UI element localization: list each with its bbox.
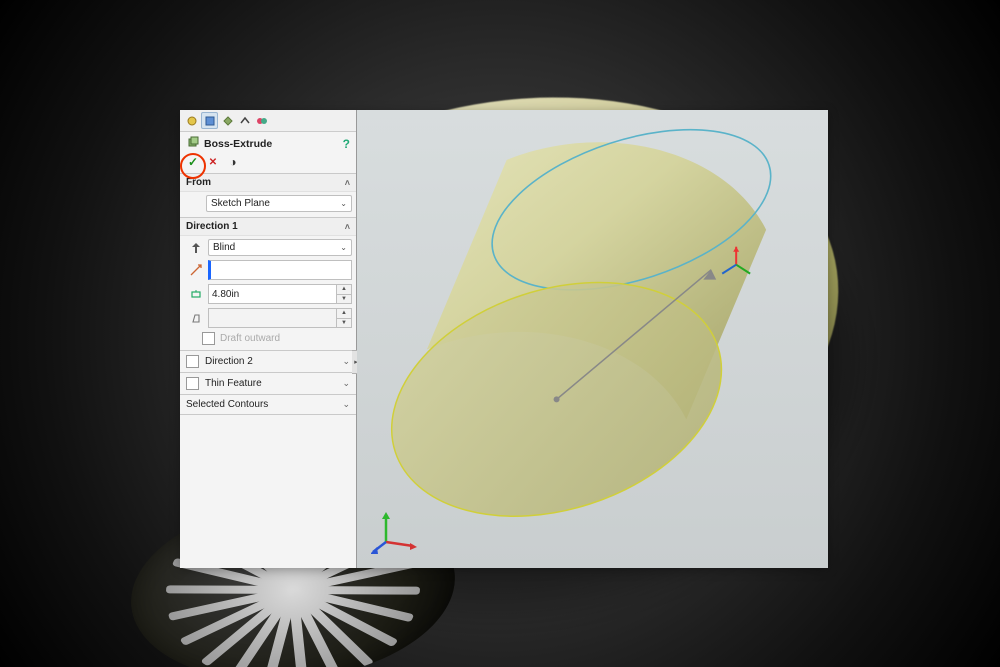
section-selected-contours[interactable]: Selected Contours ⌄ — [180, 394, 356, 415]
feature-header: Boss-Extrude ? — [180, 132, 356, 155]
view-triad-icon — [371, 504, 421, 554]
draft-angle-input[interactable]: ▲ ▼ — [208, 308, 352, 328]
cancel-button[interactable]: ✕ — [206, 155, 220, 169]
from-condition-dropdown[interactable]: Sketch Plane ⌄ — [206, 195, 352, 212]
from-condition-value: Sketch Plane — [211, 198, 270, 209]
tab-feature-manager-icon[interactable] — [201, 112, 218, 129]
section-direction1-body: Blind ⌄ 4.80in ▲ ▼ — [180, 236, 356, 350]
section-direction1-header[interactable]: Direction 1 ˄ — [180, 217, 356, 236]
feature-title: Boss-Extrude — [204, 138, 339, 150]
direction-vector-icon — [188, 262, 204, 278]
extrude-icon — [186, 135, 200, 152]
section-from-label: From — [186, 177, 211, 188]
chevron-down-icon: ⌄ — [342, 378, 350, 389]
chevron-down-icon: ⌄ — [340, 243, 347, 252]
section-thin-feature[interactable]: Thin Feature ⌄ — [180, 372, 356, 394]
depth-value: 4.80in — [212, 289, 239, 300]
preview-button[interactable]: ◑ — [226, 155, 240, 169]
extrude-preview-cylinder — [357, 110, 828, 567]
chevron-up-icon: ˄ — [345, 222, 350, 232]
section-direction1-label: Direction 1 — [186, 221, 238, 232]
direction2-label: Direction 2 — [205, 356, 253, 367]
selected-contours-label: Selected Contours — [186, 399, 268, 410]
tab-dimxpert-icon[interactable] — [237, 113, 252, 128]
tab-feature-icon[interactable] — [184, 113, 199, 128]
end-condition-value: Blind — [213, 242, 235, 253]
section-from-body: Sketch Plane ⌄ — [180, 192, 356, 217]
tab-display-icon[interactable] — [254, 113, 269, 128]
section-direction2[interactable]: Direction 2 ⌄ — [180, 350, 356, 372]
draft-icon[interactable] — [188, 310, 204, 326]
draft-outward-label: Draft outward — [220, 333, 280, 344]
cad-property-window: Boss-Extrude ? ✓ ✕ ◑ From ˄ Sketch Plane… — [180, 110, 828, 568]
help-icon[interactable]: ? — [343, 137, 350, 151]
spinner-up-icon[interactable]: ▲ — [337, 309, 351, 319]
direction2-checkbox[interactable] — [186, 355, 199, 368]
reverse-direction-icon[interactable] — [188, 240, 204, 256]
spinner-up-icon[interactable]: ▲ — [337, 285, 351, 295]
draft-outward-checkbox[interactable]: Draft outward — [188, 332, 352, 345]
property-manager-panel: Boss-Extrude ? ✓ ✕ ◑ From ˄ Sketch Plane… — [180, 110, 357, 568]
panel-tab-strip — [180, 110, 356, 132]
chevron-down-icon: ⌄ — [340, 199, 347, 208]
depth-icon — [188, 286, 204, 302]
end-condition-dropdown[interactable]: Blind ⌄ — [208, 239, 352, 256]
command-row: ✓ ✕ ◑ — [180, 155, 356, 173]
ok-button[interactable]: ✓ — [186, 155, 200, 169]
thin-feature-checkbox[interactable] — [186, 377, 199, 390]
direction-reference-input[interactable] — [208, 260, 352, 280]
depth-input[interactable]: 4.80in ▲ ▼ — [208, 284, 352, 304]
thin-feature-label: Thin Feature — [205, 378, 262, 389]
tab-configuration-icon[interactable] — [220, 113, 235, 128]
chevron-up-icon: ˄ — [345, 178, 350, 188]
section-from-header[interactable]: From ˄ — [180, 173, 356, 192]
chevron-down-icon: ⌄ — [342, 356, 350, 367]
graphics-viewport[interactable] — [357, 110, 828, 568]
chevron-down-icon: ⌄ — [342, 399, 350, 410]
spinner-down-icon[interactable]: ▼ — [337, 295, 351, 304]
spinner-down-icon[interactable]: ▼ — [337, 319, 351, 328]
